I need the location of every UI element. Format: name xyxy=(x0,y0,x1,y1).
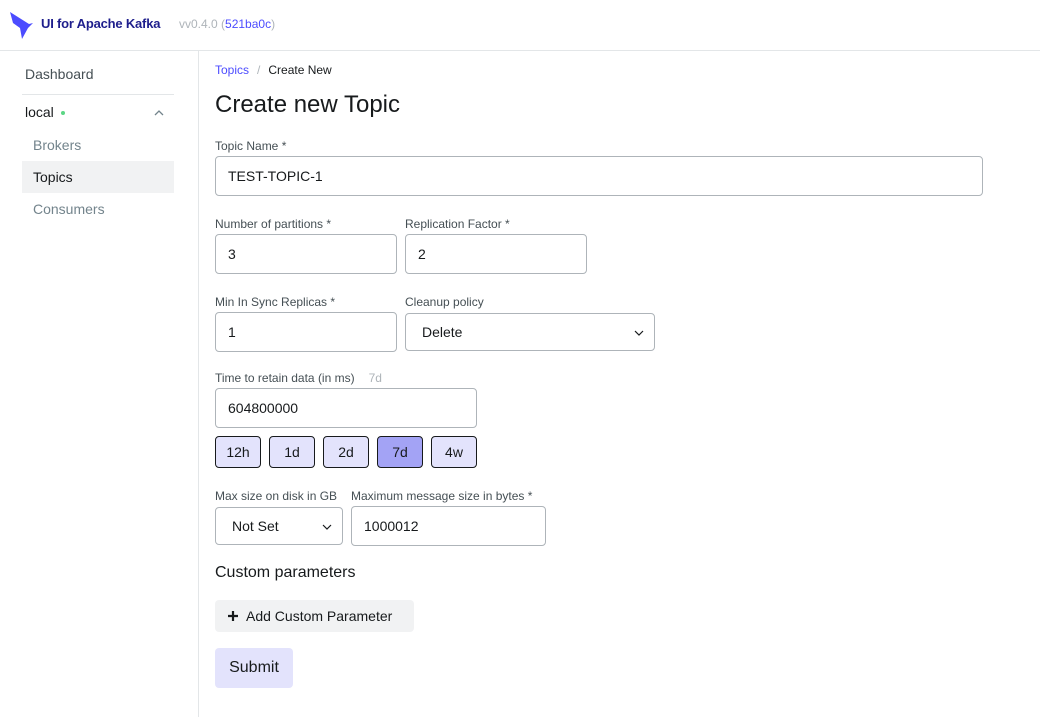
top-bar: UI for Apache Kafka vv0.4.0 (521ba0c) xyxy=(0,0,1040,51)
cleanup-policy-value: Delete xyxy=(422,324,463,340)
page-title: Create new Topic xyxy=(215,91,400,118)
max-message-label: Maximum message size in bytes * xyxy=(351,489,533,503)
app-title[interactable]: UI for Apache Kafka xyxy=(41,16,160,31)
cluster-status-dot xyxy=(61,111,65,115)
retention-input[interactable]: 604800000 xyxy=(215,388,477,428)
chevron-down-icon xyxy=(322,524,332,530)
replication-input[interactable]: 2 xyxy=(405,234,587,274)
retention-label: Time to retain data (in ms) 7d xyxy=(215,371,382,385)
plus-icon xyxy=(228,611,238,621)
max-message-input[interactable]: 1000012 xyxy=(351,506,546,546)
chevron-up-icon[interactable] xyxy=(153,107,165,119)
retention-preset-7d[interactable]: 7d xyxy=(377,436,423,468)
version-info: vv0.4.0 (521ba0c) xyxy=(179,17,276,31)
breadcrumb-current: Create New xyxy=(268,63,332,77)
topic-name-label: Topic Name * xyxy=(215,139,287,153)
retention-preset-12h[interactable]: 12h xyxy=(215,436,261,468)
min-isr-label: Min In Sync Replicas * xyxy=(215,295,336,309)
retention-value: 604800000 xyxy=(228,400,299,416)
breadcrumb-separator: / xyxy=(257,63,261,77)
max-disk-value: Not Set xyxy=(232,518,279,534)
max-disk-select[interactable]: Not Set xyxy=(215,507,343,545)
sidebar-item-dashboard[interactable]: Dashboard xyxy=(25,66,94,82)
add-custom-parameter-label: Add Custom Parameter xyxy=(246,608,393,624)
main-content: Topics / Create New Create new Topic Topic… xyxy=(199,51,1040,717)
topic-name-input[interactable]: TEST-TOPIC-1 xyxy=(215,156,983,196)
replication-value: 2 xyxy=(418,246,426,262)
min-isr-input[interactable]: 1 xyxy=(215,312,397,352)
topic-name-value: TEST-TOPIC-1 xyxy=(228,168,323,184)
add-custom-parameter-button[interactable]: Add Custom Parameter xyxy=(215,600,414,632)
sidebar-item-topics[interactable]: Topics xyxy=(22,161,174,193)
breadcrumb-topics-link[interactable]: Topics xyxy=(215,63,249,77)
kafka-logo-icon[interactable] xyxy=(9,11,35,40)
sidebar-divider xyxy=(22,94,174,95)
partitions-label: Number of partitions * xyxy=(215,217,332,231)
partitions-value: 3 xyxy=(228,246,236,262)
cleanup-policy-select[interactable]: Delete xyxy=(405,313,655,351)
submit-button[interactable]: Submit xyxy=(215,648,293,688)
max-disk-label: Max size on disk in GB xyxy=(215,489,338,503)
cleanup-policy-label: Cleanup policy xyxy=(405,295,484,309)
chevron-down-icon xyxy=(634,330,644,336)
cluster-name: local xyxy=(25,104,54,120)
retention-hint: 7d xyxy=(368,371,382,385)
cluster-toggle[interactable]: local xyxy=(25,104,174,126)
retention-preset-4w[interactable]: 4w xyxy=(431,436,477,468)
max-message-value: 1000012 xyxy=(364,518,419,534)
custom-parameters-title: Custom parameters xyxy=(215,564,356,581)
min-isr-value: 1 xyxy=(228,324,236,340)
retention-preset-2d[interactable]: 2d xyxy=(323,436,369,468)
retention-preset-1d[interactable]: 1d xyxy=(269,436,315,468)
sidebar-item-brokers[interactable]: Brokers xyxy=(22,129,174,161)
sidebar-item-consumers[interactable]: Consumers xyxy=(22,193,174,225)
sidebar: Dashboard local Brokers Topics Consumers xyxy=(0,51,199,717)
commit-link[interactable]: 521ba0c xyxy=(225,17,271,31)
breadcrumb: Topics / Create New xyxy=(215,63,332,77)
replication-label: Replication Factor * xyxy=(405,217,510,231)
partitions-input[interactable]: 3 xyxy=(215,234,397,274)
